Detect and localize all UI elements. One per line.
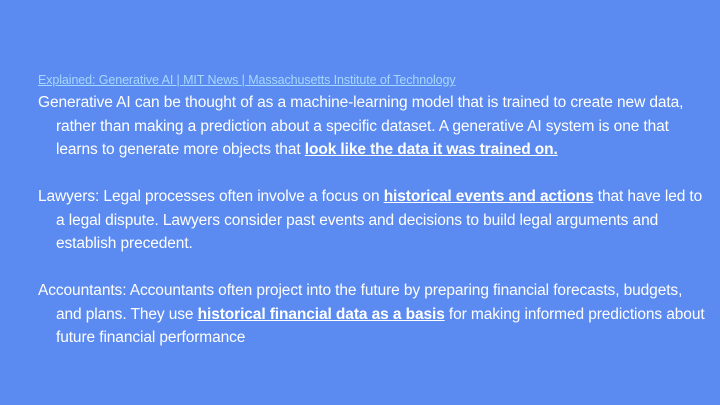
slide: Explained: Generative AI | MIT News | Ma… bbox=[0, 0, 720, 405]
paragraph-accountants: Accountants: Accountants often project i… bbox=[38, 279, 710, 350]
highlight-text: historical financial data as a basis bbox=[197, 305, 445, 323]
paragraph-text: Lawyers: Legal processes often involve a… bbox=[38, 188, 384, 205]
highlight-text: historical events and actions bbox=[383, 188, 594, 205]
highlight-text: look like the data it was trained on. bbox=[304, 141, 558, 158]
source-link[interactable]: Explained: Generative AI | MIT News | Ma… bbox=[38, 72, 710, 88]
slide-content: Explained: Generative AI | MIT News | Ma… bbox=[38, 72, 710, 350]
paragraph-generative-ai: Generative AI can be thought of as a mac… bbox=[38, 91, 710, 162]
paragraph-lawyers: Lawyers: Legal processes often involve a… bbox=[38, 185, 710, 256]
